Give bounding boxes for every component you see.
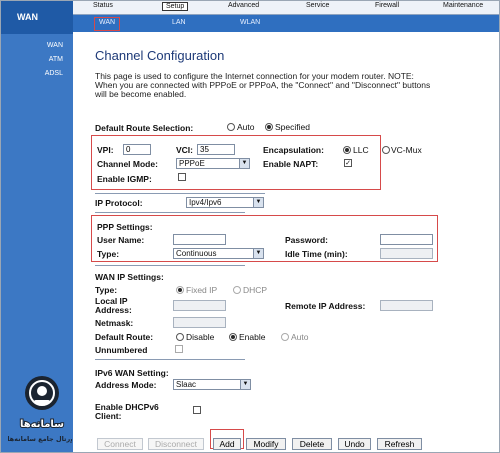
enable-igmp-checkbox[interactable] [178, 173, 186, 181]
enable-igmp-label: Enable IGMP: [97, 174, 152, 184]
connect-button[interactable]: Connect [97, 438, 143, 450]
watermark-icon: سامانه‌ها پورتال جامع سامانه‌ها [7, 376, 77, 443]
default-route-specified-radio[interactable] [265, 123, 273, 131]
address-mode-select[interactable]: Slaac ▼ [173, 379, 251, 390]
tab-firewall[interactable]: Firewall [375, 2, 399, 9]
route-enable-label: Enable [239, 332, 266, 342]
vpi-input[interactable] [123, 144, 151, 155]
subtab-lan[interactable]: LAN [172, 19, 186, 26]
encap-llc-label: LLC [353, 145, 369, 155]
highlight-box-wan-tab [94, 17, 120, 31]
default-route-auto-radio[interactable] [227, 123, 235, 131]
chevron-down-icon: ▼ [240, 380, 250, 389]
ppp-type-select[interactable]: Continuous ▼ [173, 248, 264, 259]
page-title: Channel Configuration [95, 48, 225, 63]
channel-mode-label: Channel Mode: [97, 159, 158, 169]
chevron-down-icon: ▼ [253, 249, 263, 258]
ppp-password-input[interactable] [380, 234, 433, 245]
default-route-wan-label: Default Route: [95, 332, 154, 342]
divider [95, 265, 245, 266]
wan-ip-heading: WAN IP Settings: [95, 272, 164, 282]
encapsulation-label: Encapsulation: [263, 145, 324, 155]
brand-logo: WAN [1, 1, 73, 34]
sidebar-item-adsl[interactable]: ADSL [45, 70, 63, 77]
dhcp-label: DHCP [243, 285, 268, 295]
tab-advanced[interactable]: Advanced [228, 2, 259, 9]
sidebar-item-wan[interactable]: WAN [47, 42, 63, 49]
vpi-label: VPI: [97, 145, 114, 155]
idle-time-input[interactable] [380, 248, 433, 259]
route-disable-label: Disable [186, 332, 215, 342]
ppp-username-input[interactable] [173, 234, 226, 245]
local-ip-label: Local IP Address: [95, 296, 132, 315]
enable-napt-checkbox[interactable]: ✓ [344, 159, 352, 167]
sub-tab-bar: WAN LAN WLAN [73, 15, 499, 32]
default-route-specified-label: Specified [275, 122, 310, 132]
ip-protocol-label: IP Protocol: [95, 198, 143, 208]
main-content: Channel Configuration This page is used … [73, 32, 499, 452]
dhcp-radio[interactable] [233, 286, 241, 294]
chevron-down-icon: ▼ [253, 198, 263, 207]
ip-protocol-select[interactable]: Ipv4/Ipv6 ▼ [186, 197, 264, 208]
tab-status[interactable]: Status [93, 2, 113, 9]
add-button[interactable]: Add [213, 438, 241, 450]
vci-input[interactable] [197, 144, 235, 155]
route-disable-radio[interactable] [176, 333, 184, 341]
disconnect-button[interactable]: Disconnect [148, 438, 204, 450]
fixed-ip-radio[interactable] [176, 286, 184, 294]
ppp-type-label: Type: [97, 249, 120, 259]
netmask-label: Netmask: [95, 318, 134, 328]
local-ip-input[interactable] [173, 300, 226, 311]
address-mode-label: Address Mode: [95, 380, 157, 390]
tab-setup[interactable]: Setup [162, 2, 189, 11]
idle-time-label: Idle Time (min): [285, 249, 348, 259]
divider [95, 193, 265, 194]
chevron-down-icon: ▼ [239, 159, 249, 168]
divider [95, 359, 245, 360]
svg-text:سامانه‌ها: سامانه‌ها [20, 419, 64, 430]
fixed-ip-label: Fixed IP [186, 285, 218, 295]
top-tab-bar: Status Setup Advanced Service Firewall M… [73, 1, 499, 15]
ppp-settings-heading: PPP Settings: [97, 222, 153, 232]
encap-vcmux-label: VC-Mux [391, 145, 422, 155]
route-enable-radio[interactable] [229, 333, 237, 341]
enable-napt-label: Enable NAPT: [263, 159, 319, 169]
dhcpv6-checkbox[interactable] [193, 406, 201, 414]
page-description: This page is used to configure the Inter… [95, 71, 431, 99]
ppp-password-label: Password: [285, 235, 328, 245]
unnumbered-checkbox[interactable] [175, 345, 183, 353]
ipv6-heading: IPv6 WAN Setting: [95, 368, 169, 378]
undo-button[interactable]: Undo [338, 438, 371, 450]
sidebar-item-atm[interactable]: ATM [49, 56, 63, 63]
encap-vcmux-radio[interactable] [382, 146, 390, 154]
wan-ip-type-label: Type: [95, 285, 118, 295]
tab-service[interactable]: Service [306, 2, 329, 9]
ppp-username-label: User Name: [97, 235, 145, 245]
default-route-label: Default Route Selection: [95, 123, 194, 133]
svg-text:پورتال جامع سامانه‌ها: پورتال جامع سامانه‌ها [8, 435, 72, 443]
divider [95, 212, 245, 213]
route-auto-label: Auto [291, 332, 309, 342]
tab-maintenance[interactable]: Maintenance [443, 2, 483, 9]
delete-button[interactable]: Delete [292, 438, 332, 450]
default-route-auto-label: Auto [237, 122, 255, 132]
channel-mode-select[interactable]: PPPoE ▼ [176, 158, 250, 169]
encap-llc-radio[interactable] [343, 146, 351, 154]
modify-button[interactable]: Modify [246, 438, 286, 450]
refresh-button[interactable]: Refresh [377, 438, 422, 450]
netmask-input[interactable] [173, 317, 226, 328]
remote-ip-input[interactable] [380, 300, 433, 311]
watermark-logo: سامانه‌ها پورتال جامع سامانه‌ها [7, 375, 77, 450]
subtab-wlan[interactable]: WLAN [240, 19, 260, 26]
vci-label: VCI: [176, 145, 193, 155]
unnumbered-label: Unnumbered [95, 345, 148, 355]
route-auto-radio[interactable] [281, 333, 289, 341]
remote-ip-label: Remote IP Address: [285, 301, 366, 311]
dhcpv6-label: Enable DHCPv6 Client: [95, 402, 159, 421]
